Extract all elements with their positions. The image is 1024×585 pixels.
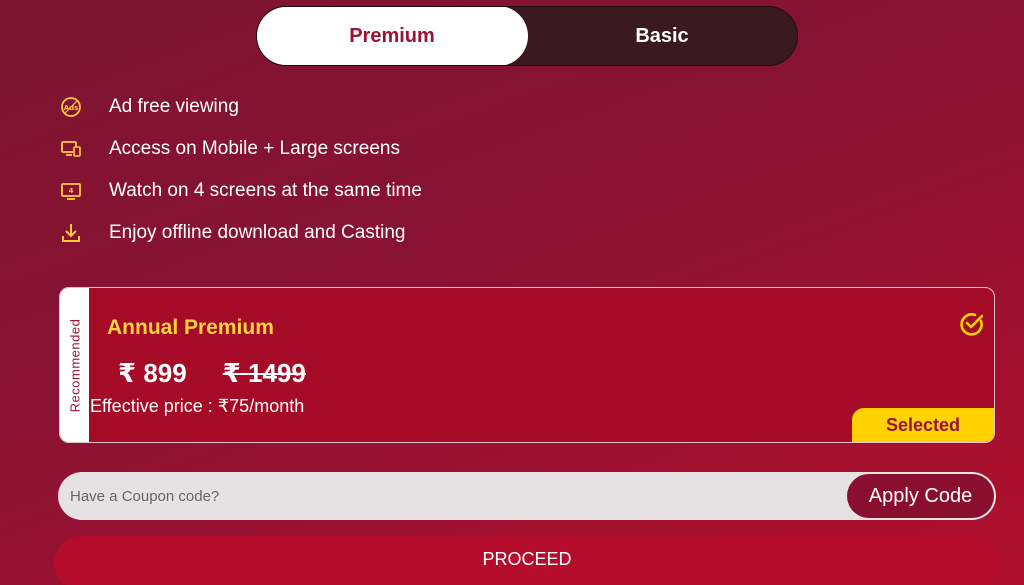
original-price: ₹ 1499: [222, 358, 306, 388]
feature-text: Access on Mobile + Large screens: [109, 138, 400, 159]
feature-text: Ad free viewing: [109, 96, 239, 117]
feature-text: Enjoy offline download and Casting: [109, 222, 406, 243]
multi-device-icon: [60, 138, 82, 160]
svg-text:Ads: Ads: [64, 104, 79, 112]
coupon-input[interactable]: [58, 472, 847, 520]
effective-price: Effective price : ₹75/month: [90, 396, 305, 416]
feature-item: Ads Ad free viewing: [60, 86, 422, 128]
coupon-bar: Apply Code: [58, 472, 996, 520]
feature-item: Enjoy offline download and Casting: [60, 212, 422, 254]
feature-item: Access on Mobile + Large screens: [60, 128, 422, 170]
svg-text:4: 4: [69, 187, 74, 195]
recommended-label: Recommended: [67, 318, 82, 412]
screens-icon: 4: [60, 180, 82, 202]
plan-card-annual-premium[interactable]: Recommended Annual Premium ₹ 899 ₹ 1499 …: [59, 287, 995, 443]
download-icon: [60, 222, 82, 244]
apply-code-button[interactable]: Apply Code: [847, 474, 994, 518]
recommended-tag: Recommended: [60, 288, 89, 442]
plan-title: Annual Premium: [107, 316, 274, 339]
ad-free-icon: Ads: [60, 96, 82, 118]
plan-tabs: Premium Basic: [256, 6, 798, 66]
tab-basic[interactable]: Basic: [527, 7, 797, 65]
current-price: ₹ 899: [118, 358, 187, 388]
check-circle-icon: [960, 313, 984, 336]
price-row: ₹ 899 ₹ 1499: [118, 358, 306, 389]
feature-text: Watch on 4 screens at the same time: [109, 180, 422, 201]
selected-badge: Selected: [852, 408, 994, 442]
proceed-button[interactable]: PROCEED: [54, 536, 1000, 585]
feature-list: Ads Ad free viewing Access on Mobile + L…: [60, 86, 422, 254]
feature-item: 4 Watch on 4 screens at the same time: [60, 170, 422, 212]
tab-premium[interactable]: Premium: [257, 7, 527, 65]
